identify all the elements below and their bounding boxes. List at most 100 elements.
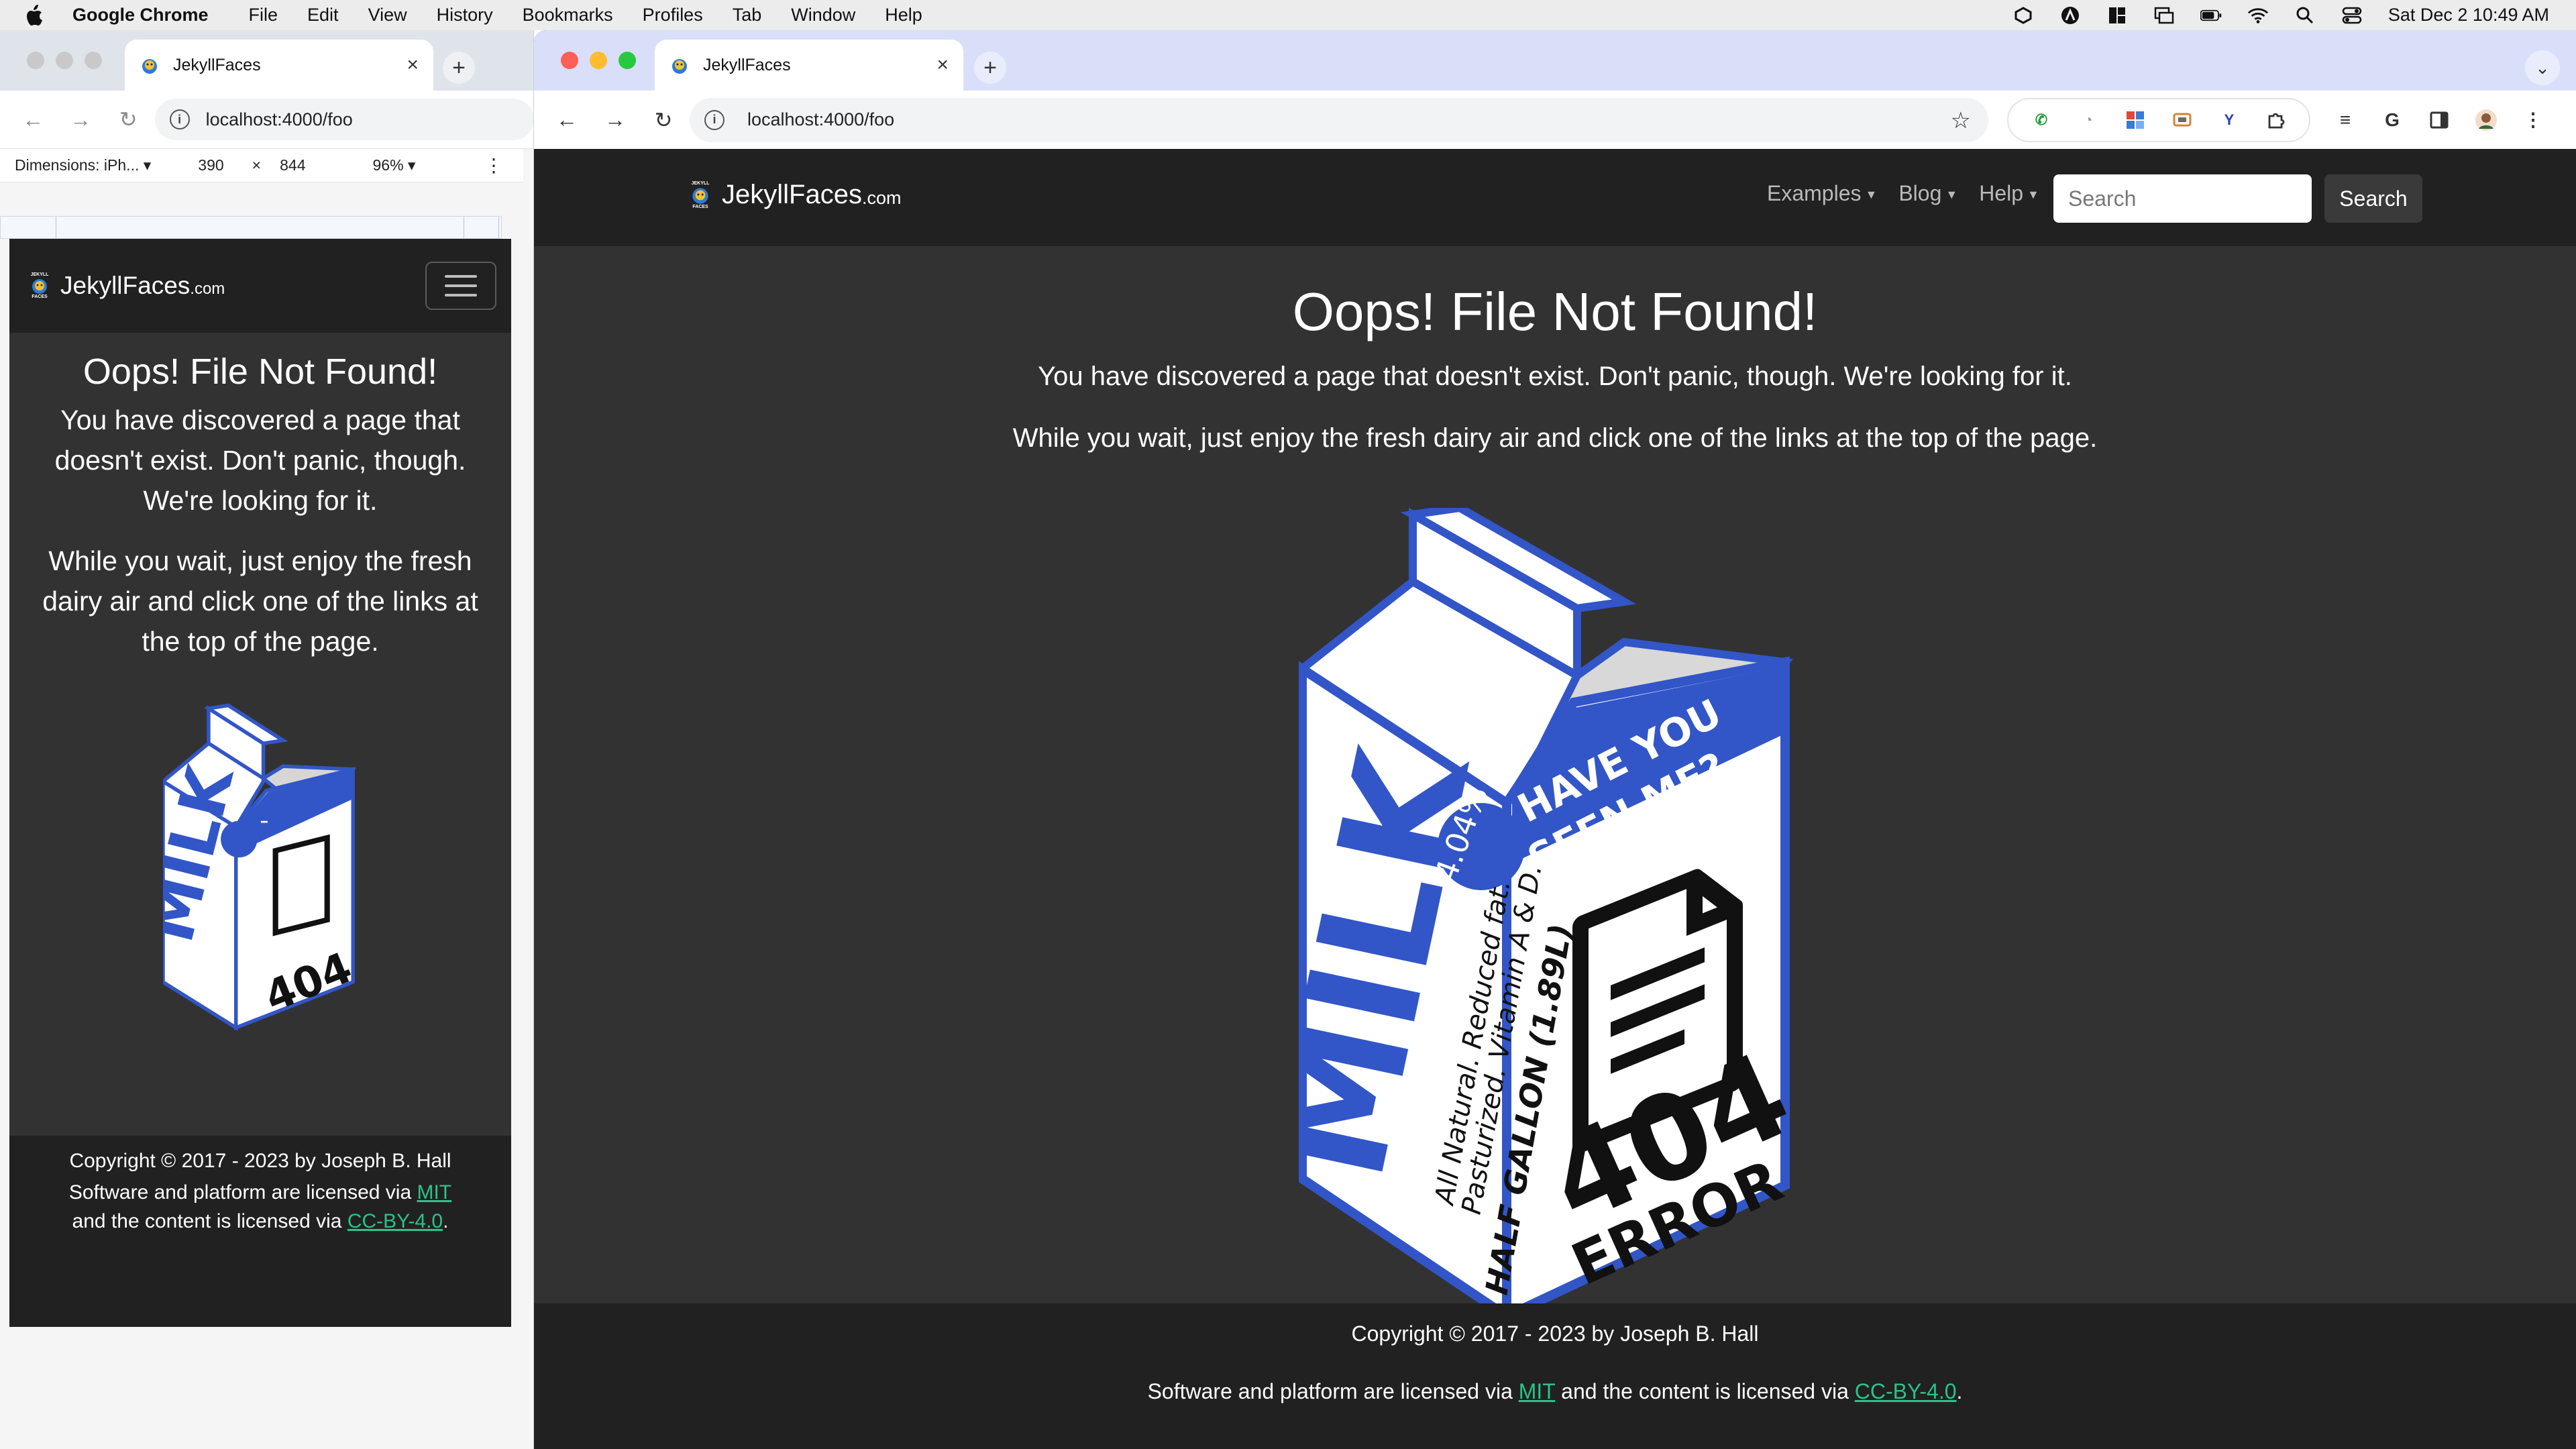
main-active-tab[interactable]: JekyllFaces × [655,40,963,91]
extensions-group: ✆ ◔ Y [2007,97,2310,142]
site-footer: Copyright © 2017 - 2023 by Joseph B. Hal… [534,1303,2576,1449]
reload-icon[interactable]: ↻ [648,107,679,133]
wifi-icon[interactable] [2247,5,2269,25]
brand-link[interactable]: JEKYLL FACES JekyllFaces .com [687,180,902,210]
cc-by-link[interactable]: CC-BY-4.0 [1855,1379,1957,1403]
left-reload-icon[interactable]: ↻ [114,107,143,132]
left-active-tab[interactable]: JekyllFaces × [125,40,433,91]
left-minimize-button[interactable] [56,52,73,69]
menu-edit[interactable]: Edit [307,5,339,25]
mobile-cc-link[interactable]: CC-BY-4.0 [347,1210,443,1232]
screen-mirroring-icon[interactable] [2153,5,2175,25]
device-dimensions-label: Dimensions: iPh... [15,156,140,174]
tab-search-chevron-icon[interactable]: ⌄ [2525,50,2560,85]
menu-view[interactable]: View [368,5,407,25]
mobile-copyright: Copyright © 2017 - 2023 by Joseph B. Hal… [69,1150,451,1172]
left-site-info-icon[interactable]: i [169,109,190,129]
mobile-mit-link[interactable]: MIT [417,1181,451,1203]
left-window-controls [27,52,102,69]
paragraph-1: You have discovered a page that doesn't … [1038,362,2072,391]
license-text: Software and platform are licensed via M… [534,1376,2576,1407]
grid-extension-icon[interactable] [2124,109,2147,131]
profile-avatar-icon[interactable] [2474,108,2498,132]
menu-window[interactable]: Window [791,5,855,25]
window-zoom-button[interactable] [619,52,636,69]
menu-clock[interactable]: Sat Dec 2 10:49 AM [2388,5,2549,25]
menu-profiles[interactable]: Profiles [643,5,703,25]
main-toolbar: ← → ↻ i localhost:4000/foo ☆ ✆ ◔ Y ≡ G ⋮ [534,91,2576,149]
site-search-button[interactable]: Search [2324,174,2422,223]
window-manager-icon[interactable] [2106,5,2128,25]
license-middle: and the content is licensed via [1555,1379,1855,1403]
device-dimensions-select[interactable]: Dimensions: iPh... ▾ [15,156,151,174]
chrome-menu-icon[interactable]: ⋮ [2521,108,2545,132]
side-panel-icon[interactable] [2427,108,2451,132]
media-query-ruler[interactable] [0,216,502,239]
mobile-footer: Copyright © 2017 - 2023 by Joseph B. Hal… [9,1136,511,1327]
dropbox-status-icon[interactable] [2012,5,2034,25]
left-close-button[interactable] [27,52,44,69]
device-more-options-icon[interactable]: ⋮ [484,154,503,176]
apple-menu-icon[interactable] [25,4,46,27]
left-address-bar[interactable]: i localhost:4000/foo [154,99,533,140]
back-icon[interactable]: ← [551,107,582,132]
mobile-navbar: JEKYLL FACES JekyllFaces .com [9,239,511,333]
menu-tab[interactable]: Tab [733,5,762,25]
vpn-extension-icon[interactable]: Y [2218,109,2241,131]
menu-history[interactable]: History [437,5,493,25]
left-toolbar: ← → ↻ i localhost:4000/foo [0,91,533,149]
main-new-tab-button[interactable]: + [974,52,1006,84]
left-new-tab-button[interactable]: + [443,52,475,84]
left-url-text: localhost:4000/foo [205,109,353,129]
mobile-paragraph-1: You have discovered a page that doesn't … [54,405,466,516]
nav-blog-label: Blog [1898,181,1942,205]
bookmark-star-icon[interactable]: ☆ [1951,107,1971,134]
caret-down-icon: ▼ [1865,188,1878,202]
site-search-input[interactable] [2053,174,2312,223]
brand-domain: .com [861,188,902,208]
jekyllfaces-favicon [669,55,690,75]
left-tab-strip: JekyllFaces × + [0,30,533,91]
phone-extension-icon[interactable]: ✆ [2030,109,2053,131]
spotlight-search-icon[interactable] [2294,5,2316,25]
nav-help-dropdown[interactable]: Help ▼ [1979,181,2039,206]
nav-examples-label: Examples [1767,181,1862,205]
nav-examples-dropdown[interactable]: Examples ▼ [1767,181,1877,206]
forward-icon[interactable]: → [600,107,631,132]
main-tab-close-icon[interactable]: × [936,54,949,76]
mobile-brand-link[interactable]: JEKYLL FACES JekyllFaces .com [27,272,225,300]
menu-help[interactable]: Help [885,5,922,25]
left-back-icon[interactable]: ← [19,107,48,132]
app-status-icon[interactable] [2059,5,2081,25]
hamburger-menu-button[interactable] [425,262,496,310]
site-info-icon[interactable]: i [704,109,724,130]
google-account-icon[interactable]: G [2380,108,2404,132]
macos-menu-bar: Google Chrome File Edit View History Boo… [0,0,2576,30]
mit-link[interactable]: MIT [1519,1379,1556,1403]
cast-extension-icon[interactable] [2171,109,2194,131]
left-zoom-button[interactable] [85,52,102,69]
window-minimize-button[interactable] [590,52,607,69]
menu-bookmarks[interactable]: Bookmarks [523,5,613,25]
mobile-brand-name: JekyllFaces [60,272,191,299]
extensions-puzzle-icon[interactable] [2265,109,2288,131]
device-times-sign: × [252,156,262,174]
nav-blog-dropdown[interactable]: Blog ▼ [1898,181,1957,206]
menu-app-name[interactable]: Google Chrome [72,5,209,25]
window-close-button[interactable] [561,52,578,69]
left-tab-close-icon[interactable]: × [407,54,419,76]
control-center-icon[interactable] [2341,5,2363,25]
menu-file[interactable]: File [249,5,278,25]
device-zoom-select[interactable]: 96% ▾ [372,156,415,174]
device-height-input[interactable]: 844 [280,156,305,174]
left-forward-icon[interactable]: → [66,107,95,132]
page-heading: Oops! File Not Found! [1292,282,1818,341]
jekyllfaces-favicon [140,55,160,75]
device-width-input[interactable]: 390 [198,156,223,174]
timer-extension-icon[interactable]: ◔ [2077,109,2100,131]
battery-icon[interactable] [2200,5,2222,25]
logo-top-text: JEKYLL [30,272,49,277]
reading-list-icon[interactable]: ≡ [2333,108,2357,132]
address-bar[interactable]: i localhost:4000/foo ☆ [690,97,1988,142]
mobile-page-heading: Oops! File Not Found! [83,352,438,392]
